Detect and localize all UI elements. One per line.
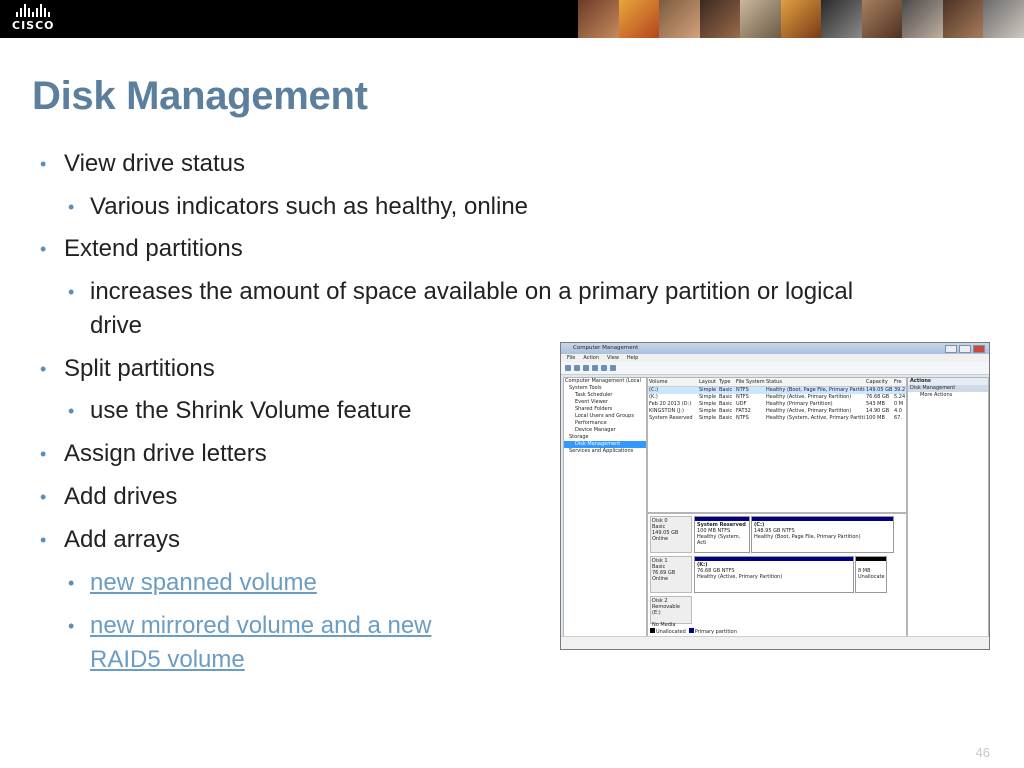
disk-graphical-view: Disk 0 Basic 149.05 GB Online System Reserv…	[647, 513, 907, 637]
col-capacity: Capacity	[866, 379, 888, 385]
unallocated-partition: 8 MB Unallocate	[855, 556, 887, 593]
sub-bullet-item: • increases the amount of space available…	[68, 275, 890, 343]
bullet-dot-icon: •	[68, 282, 75, 302]
maximize-icon	[959, 345, 971, 353]
cisco-logo: CISCO	[12, 4, 72, 34]
col-type: Type	[719, 379, 731, 385]
toolbar	[561, 362, 989, 375]
link-spanned-volume[interactable]: new spanned volume	[90, 569, 317, 596]
tree-item: Shared Folders	[575, 406, 613, 412]
header-banner: CISCO	[0, 0, 1024, 38]
bullet-dot-icon: •	[40, 444, 47, 464]
tree-item: Services and Applications	[569, 448, 634, 454]
status-bar	[561, 636, 989, 649]
tree-item: Device Manager	[575, 427, 616, 433]
legend-unallocated: Unallocated	[650, 628, 686, 635]
bullet-item: • View drive status	[40, 147, 245, 181]
bullet-dot-icon: •	[40, 359, 47, 379]
menu-file: File	[567, 355, 576, 361]
col-status: Status	[766, 379, 782, 385]
sub-bullet-item: • Various indicators such as healthy, onl…	[68, 190, 528, 224]
close-icon	[973, 345, 985, 353]
sub-bullet-item: • use the Shrink Volume feature	[68, 394, 412, 428]
tree-item: Local Users and Groups	[575, 413, 634, 419]
actions-pane: Actions Disk Management More Actions	[907, 377, 989, 637]
slide-title: Disk Management	[32, 74, 368, 118]
window-controls	[945, 345, 985, 353]
tree-item: Performance	[575, 420, 607, 426]
tree-item: Task Scheduler	[575, 392, 613, 398]
navigation-tree: Computer Management (Local System Tools …	[563, 377, 647, 637]
forward-icon	[574, 365, 580, 371]
volume-row: KINGSTON (J:) Simple Basic FAT32 Healthy (Ac…	[649, 408, 902, 414]
volume-list: Volume Layout Type File System Status Ca…	[647, 377, 907, 513]
minimize-icon	[945, 345, 957, 353]
col-layout: Layout	[699, 379, 716, 385]
bullet-dot-icon: •	[40, 154, 47, 174]
bullet-item: • Add drives	[40, 480, 177, 514]
bullet-item: • Split partitions	[40, 352, 215, 386]
col-free: Fre	[894, 379, 902, 385]
menu-help: Help	[626, 355, 639, 361]
up-icon	[583, 365, 589, 371]
tree-item-disk-management: Disk Management	[564, 441, 646, 448]
sub-bullet-item: • new spanned volume	[68, 566, 317, 600]
volume-row: System Reserved Simple Basic NTFS Healthy (S…	[649, 415, 902, 421]
col-file-system: File System	[736, 379, 765, 385]
volume-row: (K:) Simple Basic NTFS Healthy (Active, Prim…	[649, 394, 905, 400]
bullet-dot-icon: •	[68, 401, 75, 421]
page-number: 46	[975, 745, 990, 760]
more-actions: More Actions	[920, 392, 953, 398]
bullet-item: • Extend partitions	[40, 232, 243, 266]
disk-2: Disk 2 Removable (E:) No Media	[650, 596, 894, 628]
window-titlebar: Computer Management	[561, 343, 989, 354]
disk-1: Disk 1 Basic 76.69 GB Online (K:) 76.68 GB N…	[650, 556, 894, 593]
back-icon	[565, 365, 571, 371]
properties-icon	[592, 365, 598, 371]
disk-label: Disk 1 Basic 76.69 GB Online	[650, 556, 692, 593]
actions-section: Disk Management	[908, 385, 988, 392]
menu-action: Action	[583, 355, 600, 361]
legend-primary: Primary partition	[688, 628, 737, 635]
partition: System Reserved 100 MB NTFS Healthy (Syste…	[694, 516, 750, 553]
tree-item: Event Viewer	[575, 399, 608, 405]
link-mirrored-raid5-volume[interactable]: new mirrored volume and a new RAID5 volu…	[90, 612, 432, 673]
bullet-dot-icon: •	[40, 487, 47, 507]
disk-label: Disk 0 Basic 149.05 GB Online	[650, 516, 692, 553]
tree-item: Computer Management (Local	[565, 378, 641, 384]
bullet-item: • Assign drive letters	[40, 437, 267, 471]
bullet-dot-icon: •	[68, 197, 75, 217]
refresh-icon	[610, 365, 616, 371]
menu-bar: File Action View Help	[561, 354, 989, 362]
col-volume: Volume	[649, 379, 668, 385]
menu-view: View	[607, 355, 619, 361]
disk-label: Disk 2 Removable (E:) No Media	[650, 596, 692, 628]
tree-item: System Tools	[569, 385, 602, 391]
partition: (C:) 148.95 GB NTFS Healthy (Boot, Page Fi…	[751, 516, 894, 553]
computer-management-screenshot: Computer Management File Action View Hel…	[560, 342, 990, 650]
volume-row: (C:) Simple Basic NTFS Healthy (Boot, Page F…	[648, 387, 906, 394]
bullet-dot-icon: •	[68, 616, 75, 636]
photo-strip	[578, 0, 1024, 38]
bullet-item: • Add arrays	[40, 523, 180, 557]
disk-0: Disk 0 Basic 149.05 GB Online System Reserv…	[650, 516, 894, 553]
tree-item: Storage	[569, 434, 589, 440]
sub-bullet-item: • new mirrored volume and a new RAID5 vol…	[68, 609, 450, 677]
bullet-dot-icon: •	[40, 239, 47, 259]
logo-bars-icon	[12, 4, 72, 17]
window-title: Computer Management	[573, 345, 639, 351]
bullet-dot-icon: •	[68, 573, 75, 593]
actions-header: Actions	[908, 378, 988, 385]
bullet-dot-icon: •	[40, 530, 47, 550]
logo-text: CISCO	[12, 19, 55, 32]
volume-row: Feb 20 2013 (D:) Simple Basic UDF Healthy (P…	[649, 401, 904, 407]
disk-legend: Unallocated Primary partition	[650, 628, 737, 635]
help-icon	[601, 365, 607, 371]
partition: (K:) 76.68 GB NTFS Healthy (Active, Primar…	[694, 556, 854, 593]
volume-list-header: Volume Layout Type File System Status Ca…	[648, 378, 906, 387]
